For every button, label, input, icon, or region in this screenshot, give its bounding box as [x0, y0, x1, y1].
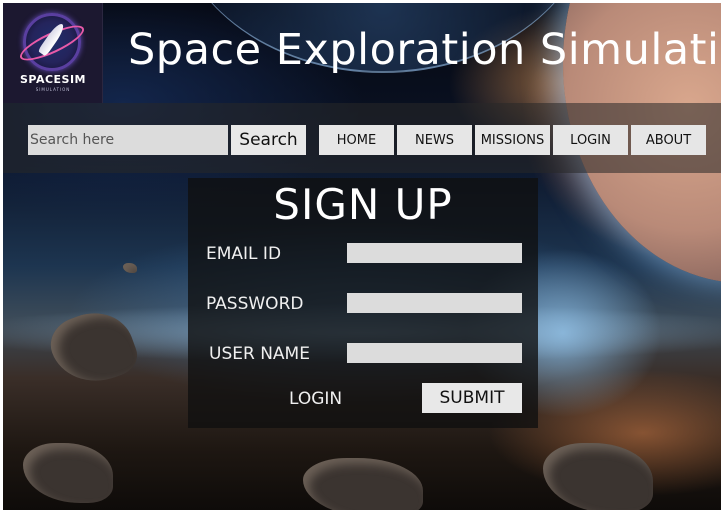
site-title: Space Exploration Simulation	[128, 25, 721, 75]
username-field[interactable]	[347, 343, 522, 363]
asteroid-decoration	[123, 263, 137, 273]
email-label: EMAIL ID	[206, 244, 282, 264]
logo-tagline: SIMULATION	[35, 87, 71, 92]
search-button[interactable]: Search	[231, 125, 306, 155]
space-background: SPACESIM SIMULATION Space Exploration Si…	[3, 3, 721, 510]
password-field[interactable]	[347, 293, 522, 313]
username-label: USER NAME	[209, 344, 310, 364]
nav-about-button[interactable]: ABOUT	[631, 125, 706, 155]
email-field[interactable]	[347, 243, 522, 263]
signup-title: SIGN UP	[273, 180, 453, 229]
ground-rock-decoration	[303, 458, 423, 510]
ground-rock-decoration	[23, 443, 113, 503]
logo-name: SPACESIM	[19, 73, 87, 86]
nav-login-button[interactable]: LOGIN	[553, 125, 628, 155]
submit-button[interactable]: SUBMIT	[422, 383, 522, 413]
nav-missions-button[interactable]: MISSIONS	[475, 125, 550, 155]
login-link[interactable]: LOGIN	[289, 389, 342, 409]
nav-home-button[interactable]: HOME	[319, 125, 394, 155]
password-label: PASSWORD	[206, 294, 304, 314]
search-input[interactable]	[28, 125, 228, 155]
ground-rock-decoration	[543, 443, 653, 510]
site-logo[interactable]: SPACESIM SIMULATION	[3, 3, 103, 103]
nav-news-button[interactable]: NEWS	[397, 125, 472, 155]
